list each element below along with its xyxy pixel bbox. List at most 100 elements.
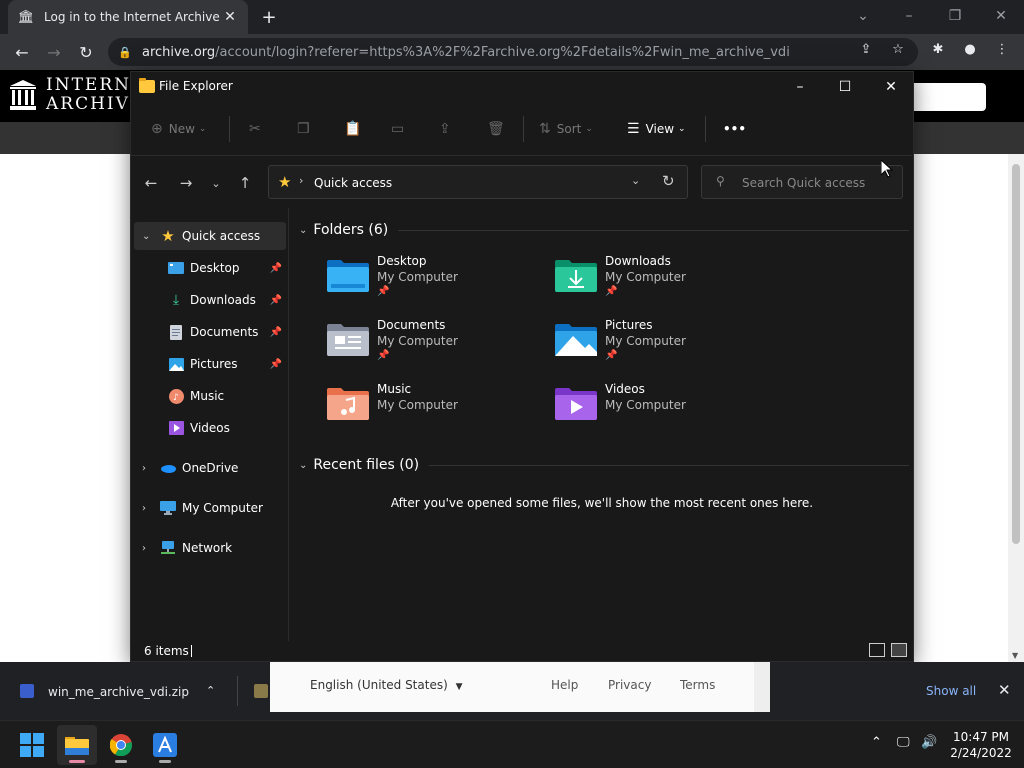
page-scrollbar[interactable]: ▼ bbox=[1008, 154, 1024, 662]
explorer-navigation-bar: ← → ⌄ ↑ ★ › Quick access ⌄ ↻ ⚲ Search Qu… bbox=[131, 156, 913, 208]
chevron-right-icon[interactable]: › bbox=[142, 503, 146, 514]
sort-button[interactable]: ⇅ Sort ⌄ bbox=[539, 119, 593, 139]
sidebar-item-network[interactable]: › Network bbox=[134, 534, 286, 562]
folder-tile-downloads[interactable]: Downloads My Computer 📌 bbox=[555, 254, 755, 310]
bookmark-star-icon[interactable]: ☆ bbox=[889, 40, 907, 58]
sidebar-item-pictures[interactable]: Pictures 📌 bbox=[134, 350, 286, 378]
help-link[interactable]: Help bbox=[551, 678, 578, 692]
show-hidden-icons-chevron-icon[interactable]: ⌃ bbox=[871, 735, 882, 750]
delete-button[interactable]: 🗑 bbox=[487, 119, 511, 139]
download-options-chevron-icon[interactable]: ⌃ bbox=[206, 684, 215, 697]
taskbar-chrome[interactable] bbox=[101, 725, 141, 765]
explorer-minimize-button[interactable]: – bbox=[785, 75, 815, 99]
sidebar-item-quick-access[interactable]: ⌄ ★ Quick access bbox=[134, 222, 286, 250]
start-button[interactable] bbox=[12, 725, 52, 765]
language-select[interactable]: English (United States) ▼ bbox=[310, 678, 463, 692]
view-button[interactable]: ☰ View ⌄ bbox=[627, 119, 686, 139]
rename-button[interactable]: ▭ bbox=[391, 119, 410, 139]
recent-files-group-header[interactable]: ⌄ Recent files (0) bbox=[299, 453, 909, 477]
chevron-down-icon[interactable]: ⌄ bbox=[299, 225, 307, 236]
browser-close-button[interactable]: ✕ bbox=[989, 4, 1013, 28]
refresh-icon[interactable]: ↻ bbox=[662, 172, 675, 190]
privacy-link[interactable]: Privacy bbox=[608, 678, 651, 692]
toolbar-divider bbox=[523, 116, 524, 142]
scissors-icon: ✂ bbox=[249, 121, 261, 137]
address-dropdown-icon[interactable]: ⌄ bbox=[631, 174, 640, 187]
breadcrumb-chevron-icon[interactable]: › bbox=[299, 174, 303, 187]
explorer-title-bar[interactable]: File Explorer – ☐ ✕ bbox=[131, 72, 913, 102]
explorer-maximize-button[interactable]: ☐ bbox=[830, 75, 860, 99]
forward-button[interactable]: → bbox=[43, 41, 65, 63]
explorer-close-button[interactable]: ✕ bbox=[876, 75, 906, 99]
folder-tile-desktop[interactable]: Desktop My Computer 📌 bbox=[327, 254, 527, 310]
sidebar-item-my-computer[interactable]: › My Computer bbox=[134, 494, 286, 522]
new-button[interactable]: ⊕ New ⌄ bbox=[151, 119, 206, 139]
explorer-address-bar[interactable]: ★ › Quick access ⌄ ↻ bbox=[268, 165, 688, 199]
archive-logo-icon[interactable] bbox=[10, 80, 36, 110]
chevron-down-icon[interactable]: ⌄ bbox=[142, 231, 150, 242]
terms-link[interactable]: Terms bbox=[680, 678, 715, 692]
sidebar-item-documents[interactable]: Documents 📌 bbox=[134, 318, 286, 346]
browser-restore-button[interactable]: ❐ bbox=[943, 4, 967, 28]
chevron-down-icon[interactable]: ⌄ bbox=[299, 460, 307, 471]
profile-avatar-icon[interactable]: ● bbox=[961, 40, 979, 58]
new-tab-button[interactable]: + bbox=[258, 6, 280, 28]
lock-icon[interactable]: 🔒 bbox=[118, 46, 132, 59]
page-scrollbar-thumb[interactable] bbox=[1012, 164, 1020, 544]
network-status-icon[interactable]: 🖵 bbox=[897, 735, 910, 750]
extensions-icon[interactable]: ✱ bbox=[929, 40, 947, 58]
folder-tile-videos[interactable]: Videos My Computer bbox=[555, 382, 755, 438]
toolbar-divider bbox=[229, 116, 230, 142]
address-bar[interactable]: 🔒 archive.org/account/login?referer=http… bbox=[108, 38, 918, 66]
footer-scrollbar[interactable] bbox=[754, 662, 770, 712]
large-icons-view-button[interactable] bbox=[891, 643, 907, 657]
pin-icon: 📌 bbox=[377, 350, 390, 361]
recent-locations-button[interactable]: ⌄ bbox=[206, 173, 226, 193]
browser-tab[interactable]: 🏛 Log in to the Internet Archive ✕ bbox=[8, 0, 248, 34]
sidebar-item-music[interactable]: ♪ Music bbox=[134, 382, 286, 410]
explorer-search-box[interactable]: ⚲ Search Quick access bbox=[701, 165, 903, 199]
taskbar-clock[interactable]: 10:47 PM 2/24/2022 bbox=[946, 729, 1016, 761]
taskbar-app[interactable] bbox=[145, 725, 185, 765]
back-button[interactable]: ← bbox=[11, 41, 33, 63]
explorer-back-button[interactable]: ← bbox=[141, 173, 161, 193]
sidebar-item-videos[interactable]: Videos bbox=[134, 414, 286, 442]
chevron-right-icon[interactable]: › bbox=[142, 463, 146, 474]
chevron-right-icon[interactable]: › bbox=[142, 543, 146, 554]
browser-menu-icon[interactable]: ⋮ bbox=[993, 40, 1011, 58]
tab-search-icon[interactable]: ⌄ bbox=[851, 4, 875, 28]
tab-close-icon[interactable]: ✕ bbox=[222, 9, 238, 25]
taskbar-file-explorer[interactable] bbox=[57, 725, 97, 765]
up-button[interactable]: ↑ bbox=[235, 173, 255, 193]
browser-minimize-button[interactable]: – bbox=[897, 4, 921, 28]
browser-toolbar: ← → ↻ 🔒 archive.org/account/login?refere… bbox=[0, 34, 1024, 70]
copy-button[interactable]: ❐ bbox=[297, 119, 316, 139]
group-divider bbox=[429, 464, 909, 466]
breadcrumb-quick-access[interactable]: Quick access bbox=[314, 176, 392, 190]
pin-icon: 📌 bbox=[269, 326, 282, 338]
explorer-folder-icon bbox=[139, 78, 155, 93]
volume-icon[interactable]: 🔊 bbox=[921, 735, 937, 750]
paste-button[interactable]: 📋 bbox=[344, 119, 367, 139]
folder-tile-music[interactable]: Music My Computer bbox=[327, 382, 527, 438]
folder-tile-documents[interactable]: Documents My Computer 📌 bbox=[327, 318, 527, 374]
share-icon[interactable]: ⇪ bbox=[857, 40, 875, 58]
more-options-button[interactable]: ••• bbox=[723, 119, 746, 139]
downloads-folder-icon bbox=[555, 260, 597, 292]
reload-button[interactable]: ↻ bbox=[75, 41, 97, 63]
folder-tile-pictures[interactable]: Pictures My Computer 📌 bbox=[555, 318, 755, 374]
sidebar-item-downloads[interactable]: ⤓ Downloads 📌 bbox=[134, 286, 286, 314]
sidebar-item-desktop[interactable]: Desktop 📌 bbox=[134, 254, 286, 282]
download-file-name[interactable]: win_me_archive_vdi.zip bbox=[48, 685, 189, 699]
show-all-downloads-link[interactable]: Show all bbox=[926, 684, 976, 698]
scroll-down-arrow-icon[interactable]: ▼ bbox=[1012, 651, 1018, 660]
cut-button[interactable]: ✂ bbox=[249, 119, 267, 139]
close-shelf-icon[interactable]: ✕ bbox=[998, 681, 1011, 699]
explorer-forward-button[interactable]: → bbox=[176, 173, 196, 193]
sidebar-item-onedrive[interactable]: › OneDrive bbox=[134, 454, 286, 482]
share-button[interactable]: ⇪ bbox=[439, 119, 457, 139]
windows-logo-icon bbox=[20, 733, 44, 757]
folders-group-header[interactable]: ⌄ Folders (6) bbox=[299, 218, 909, 242]
download-item-icon[interactable] bbox=[254, 684, 268, 698]
details-view-button[interactable] bbox=[869, 643, 885, 657]
